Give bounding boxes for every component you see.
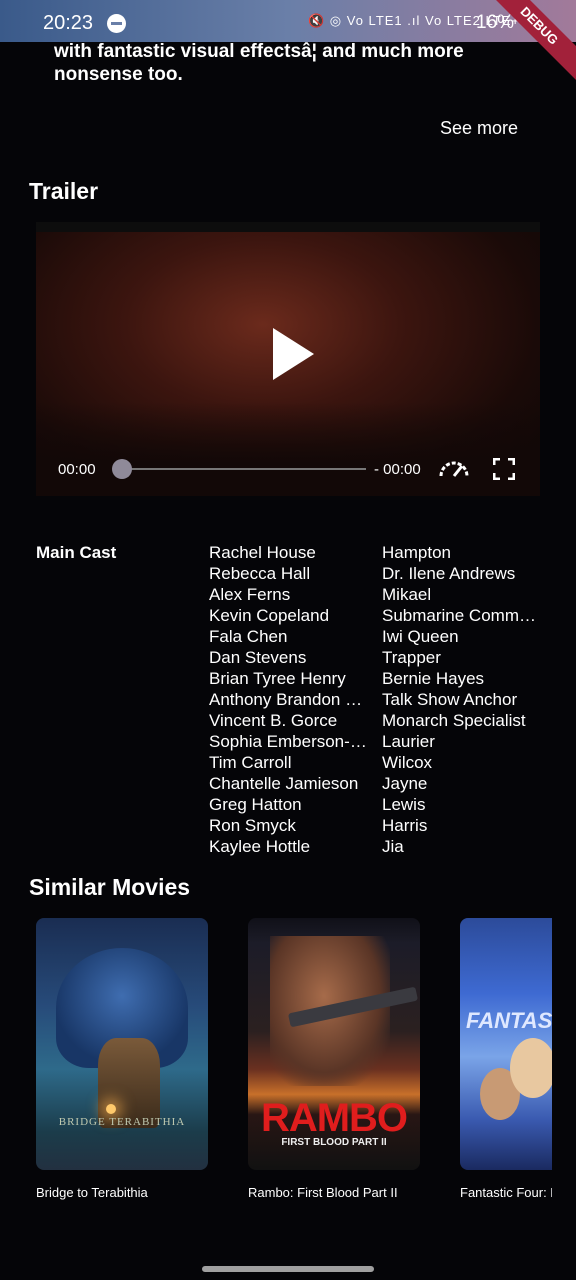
- cast-role: Hampton: [382, 543, 451, 562]
- fullscreen-icon[interactable]: [493, 458, 515, 480]
- movie-card[interactable]: BRIDGE TERABITHIA Bridge to Terabithia: [36, 918, 208, 1200]
- cast-role: Submarine Commander: [382, 606, 542, 625]
- battery-level: 16%: [476, 12, 515, 33]
- cast-role-list: Hampton Dr. Ilene Andrews Mikael Submari…: [382, 542, 542, 857]
- movie-poster[interactable]: BRIDGE TERABITHIA: [36, 918, 208, 1170]
- cast-role: Monarch Specialist: [382, 711, 526, 730]
- movie-card[interactable]: RAMBO FIRST BLOOD PART II Rambo: First B…: [248, 918, 420, 1200]
- cast-actor: Anthony Brandon Wong: [209, 690, 369, 709]
- main-cast-label: Main Cast: [36, 543, 117, 562]
- similar-movies-heading: Similar Movies: [29, 874, 191, 900]
- see-more-button[interactable]: See more: [440, 118, 518, 139]
- cast-actor: Fala Chen: [209, 627, 288, 646]
- cast-actor: Tim Carroll: [209, 753, 292, 772]
- cast-role: Jayne: [382, 774, 428, 793]
- cast-role: Trapper: [382, 648, 441, 667]
- do-not-disturb-icon: [107, 14, 126, 33]
- cast-role: Lewis: [382, 795, 426, 814]
- poster-subtitle-art: FIRST BLOOD PART II: [281, 1137, 387, 1148]
- gesture-nav-handle[interactable]: [202, 1266, 374, 1272]
- cast-role: Iwi Queen: [382, 627, 459, 646]
- cast-role: Laurier: [382, 732, 435, 751]
- movie-title: Bridge to Terabithia: [36, 1185, 148, 1200]
- video-player[interactable]: 00:00 - 00:00: [36, 222, 540, 496]
- overview-text: with fantastic visual effectsâ¦ and much…: [54, 41, 464, 85]
- status-bar: 20:23 🔇 ◎ Vo LTE1 .ıl Vo LTE2 LTE+ .ıl 1…: [0, 0, 576, 42]
- cast-role: Bernie Hayes: [382, 669, 485, 688]
- cast-actor: Vincent B. Gorce: [209, 711, 338, 730]
- poster-title-art: RAMBO: [260, 1096, 408, 1140]
- cast-actor: Dan Stevens: [209, 648, 307, 667]
- cast-actor: Alex Ferns: [209, 585, 291, 604]
- seek-bar[interactable]: [122, 468, 366, 470]
- movie-title: Rambo: First Blood Part II: [248, 1185, 398, 1200]
- cast-actor: Brian Tyree Henry: [209, 669, 346, 688]
- movie-title: Fantastic Four: Rise of the Silver Surfe…: [460, 1185, 552, 1200]
- cast-role: Jia: [382, 837, 404, 856]
- cast-actor: Kevin Copeland: [209, 606, 330, 625]
- seek-thumb[interactable]: [112, 459, 132, 479]
- movie-poster[interactable]: FANTAS: [460, 918, 552, 1170]
- poster-title-art: FANTAS: [466, 1008, 552, 1033]
- cast-role: Mikael: [382, 585, 432, 604]
- cast-actor: Chantelle Jamieson: [209, 774, 359, 793]
- cast-role: Talk Show Anchor: [382, 690, 518, 709]
- trailer-heading: Trailer: [29, 178, 99, 204]
- cast-actor-list: Rachel House Rebecca Hall Alex Ferns Kev…: [209, 542, 369, 857]
- cast-actor: Kaylee Hottle: [209, 837, 311, 856]
- cast-role: Harris: [382, 816, 428, 835]
- movie-poster[interactable]: RAMBO FIRST BLOOD PART II: [248, 918, 420, 1170]
- cast-actor: Rebecca Hall: [209, 564, 311, 583]
- play-icon[interactable]: [273, 328, 314, 380]
- cast-actor: Sophia Emberson-Bain: [209, 732, 369, 751]
- remaining-time: - 00:00: [374, 461, 421, 478]
- poster-title-art: BRIDGE TERABITHIA: [58, 1116, 186, 1128]
- playback-speed-icon[interactable]: [438, 456, 470, 480]
- cast-actor: Rachel House: [209, 543, 316, 562]
- status-time: 20:23: [43, 12, 94, 34]
- cast-role: Dr. Ilene Andrews: [382, 564, 516, 583]
- similar-movies-carousel[interactable]: BRIDGE TERABITHIA Bridge to Terabithia R…: [36, 918, 552, 1218]
- cast-role: Wilcox: [382, 753, 433, 772]
- movie-card[interactable]: FANTAS Fantastic Four: Rise of the Silve…: [460, 918, 552, 1200]
- cast-actor: Greg Hatton: [209, 795, 302, 814]
- current-time: 00:00: [58, 461, 96, 478]
- cast-actor: Ron Smyck: [209, 816, 296, 835]
